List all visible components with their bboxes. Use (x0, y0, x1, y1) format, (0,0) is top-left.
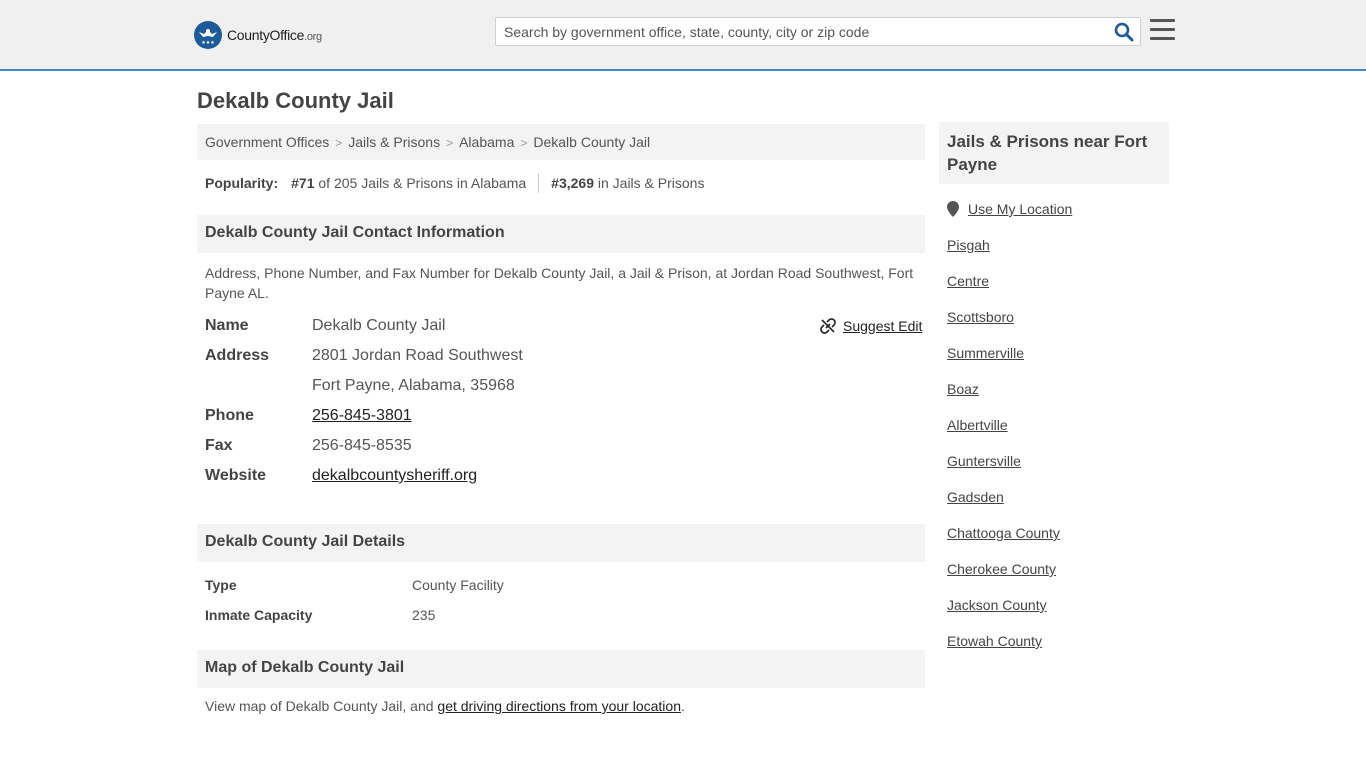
name-label: Name (205, 317, 249, 334)
list-item: Cherokee County (947, 561, 1060, 597)
contact-description: Address, Phone Number, and Fax Number fo… (205, 265, 914, 301)
address-label: Address (205, 347, 270, 364)
list-item: Gadsden (947, 489, 1060, 525)
chevron-right-icon: > (335, 136, 343, 150)
list-item: Etowah County (947, 633, 1060, 669)
popularity-label: Popularity: (205, 175, 279, 191)
sidebar-heading: Jails & Prisons near Fort Payne (939, 122, 1169, 184)
fax-label: Fax (205, 437, 233, 454)
map-heading: Map of Dekalb County Jail (197, 650, 925, 688)
divider (538, 173, 540, 193)
hamburger-menu-icon[interactable] (1150, 19, 1175, 41)
phone-link[interactable]: 256-845-3801 (312, 407, 412, 424)
map-pin-icon (947, 201, 959, 217)
website-label: Website (205, 467, 267, 484)
breadcrumb: Government Offices > Jails & Prisons > Alaba… (197, 124, 925, 160)
list-item: Centre (947, 273, 1060, 309)
national-rank: #3,269 (551, 175, 594, 191)
address-line2: Fort Payne, Alabama, 35968 (312, 377, 515, 394)
fax-value: 256-845-8535 (312, 437, 412, 454)
page-title: Dekalb County Jail (197, 88, 394, 113)
address-line1: 2801 Jordan Road Southwest (312, 347, 523, 364)
nearby-link[interactable]: Pisgah (947, 237, 990, 253)
national-rank-text: in Jails & Prisons (597, 175, 705, 191)
breadcrumb-alabama[interactable]: Alabama (459, 134, 514, 150)
capacity-value: 235 (412, 607, 436, 623)
nearby-list: Pisgah Centre Scottsboro Summerville Boa… (947, 237, 1060, 669)
use-my-location-link[interactable]: Use My Location (968, 201, 1072, 217)
state-rank-text: of 205 Jails & Prisons in Alabama (318, 175, 527, 191)
nearby-link[interactable]: Guntersville (947, 453, 1021, 469)
nearby-link[interactable]: Centre (947, 273, 989, 289)
breadcrumb-jails-prisons[interactable]: Jails & Prisons (348, 134, 440, 150)
svg-text:★★★: ★★★ (201, 40, 215, 46)
name-value: Dekalb County Jail (312, 317, 446, 334)
map-text-end: . (680, 698, 685, 714)
nearby-link[interactable]: Albertville (947, 417, 1008, 433)
search-icon[interactable] (1114, 22, 1134, 42)
list-item: Guntersville (947, 453, 1060, 489)
list-item: Jackson County (947, 597, 1060, 633)
popularity-row: Popularity: #71 of 205 Jails & Prisons i… (205, 173, 704, 193)
website-link[interactable]: dekalbcountysheriff.org (312, 467, 477, 484)
nearby-link[interactable]: Boaz (947, 381, 979, 397)
type-value: County Facility (412, 577, 504, 593)
map-text: View map of Dekalb County Jail, and get … (205, 698, 685, 714)
contact-heading: Dekalb County Jail Contact Information (197, 215, 925, 253)
search-box (495, 17, 1141, 46)
logo-text: CountyOffice.org (227, 27, 322, 43)
driving-directions-link[interactable]: get driving directions from your locatio… (437, 698, 681, 714)
state-rank: #71 (291, 175, 315, 191)
chevron-right-icon: > (520, 136, 528, 150)
list-item: Summerville (947, 345, 1060, 381)
list-item: Pisgah (947, 237, 1060, 273)
list-item: Scottsboro (947, 309, 1060, 345)
suggest-edit-link[interactable]: Suggest Edit (843, 318, 922, 334)
list-item: Chattooga County (947, 525, 1060, 561)
nearby-link[interactable]: Etowah County (947, 633, 1042, 649)
eagle-seal-icon: ★★★ (194, 21, 222, 49)
use-my-location[interactable]: Use My Location (947, 201, 1072, 217)
breadcrumb-current: Dekalb County Jail (533, 134, 651, 150)
site-header: ★★★ CountyOffice.org (0, 0, 1366, 71)
chevron-right-icon: > (446, 136, 454, 150)
capacity-label: Inmate Capacity (205, 607, 313, 623)
map-text-lead: View map of Dekalb County Jail, and (205, 698, 438, 714)
list-item: Boaz (947, 381, 1060, 417)
breadcrumb-government-offices[interactable]: Government Offices (205, 134, 329, 150)
nearby-link[interactable]: Summerville (947, 345, 1024, 361)
type-label: Type (205, 577, 237, 593)
suggest-edit[interactable]: Suggest Edit (820, 318, 922, 334)
nearby-link[interactable]: Jackson County (947, 597, 1047, 613)
site-logo[interactable]: ★★★ CountyOffice.org (194, 20, 322, 50)
phone-label: Phone (205, 407, 254, 424)
search-input[interactable] (496, 18, 1106, 45)
list-item: Albertville (947, 417, 1060, 453)
details-heading: Dekalb County Jail Details (197, 524, 925, 562)
nearby-link[interactable]: Chattooga County (947, 525, 1060, 541)
edit-link-icon (820, 318, 836, 334)
nearby-link[interactable]: Scottsboro (947, 309, 1014, 325)
nearby-link[interactable]: Cherokee County (947, 561, 1056, 577)
nearby-link[interactable]: Gadsden (947, 489, 1004, 505)
